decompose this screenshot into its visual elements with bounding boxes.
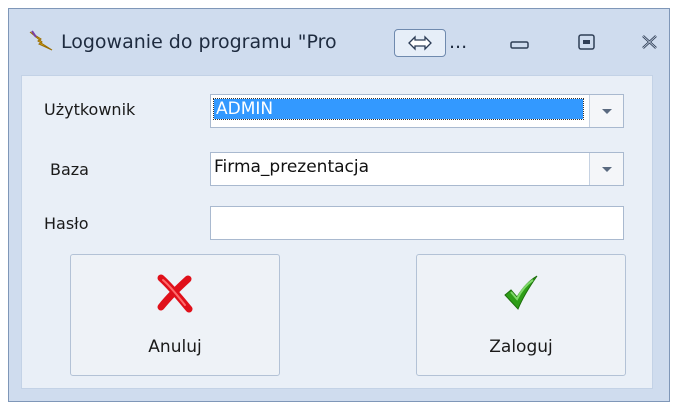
chevron-down-icon	[602, 109, 612, 114]
login-button[interactable]: Zaloguj	[416, 254, 626, 376]
login-form-panel: Użytkownik ADMIN Baza Firma_prezentacja …	[21, 75, 653, 389]
chevron-down-icon	[602, 167, 612, 172]
lightning-icon	[29, 30, 53, 51]
close-icon	[642, 35, 657, 49]
green-check-icon	[504, 275, 538, 310]
db-combobox[interactable]: Firma_prezentacja	[210, 152, 624, 186]
window-title: Logowanie do programu "Pro	[61, 31, 337, 53]
close-button[interactable]	[637, 31, 663, 53]
minimize-icon	[510, 41, 529, 49]
red-x-icon	[157, 274, 193, 313]
title-bar[interactable]: Logowanie do programu "Pro ...	[9, 9, 669, 71]
minimize-button[interactable]	[507, 31, 533, 53]
cancel-label: Anuluj	[148, 337, 202, 357]
db-label: Baza	[50, 160, 89, 179]
password-label: Hasło	[44, 214, 89, 233]
password-field[interactable]	[210, 206, 624, 240]
cancel-button[interactable]: Anuluj	[70, 254, 280, 376]
resize-indicator-icon	[394, 29, 446, 57]
user-combobox[interactable]: ADMIN	[210, 94, 624, 128]
user-label: Użytkownik	[44, 100, 136, 119]
maximize-button[interactable]	[574, 31, 600, 53]
user-value: ADMIN	[213, 98, 584, 120]
maximize-icon	[578, 34, 595, 50]
login-label: Zaloguj	[489, 337, 553, 357]
db-dropdown-button[interactable]	[589, 153, 623, 185]
title-ellipsis: ...	[449, 31, 468, 53]
login-window: Logowanie do programu "Pro ... Użytkowni…	[8, 8, 670, 402]
user-dropdown-button[interactable]	[589, 95, 623, 127]
db-value: Firma_prezentacja	[214, 157, 370, 177]
